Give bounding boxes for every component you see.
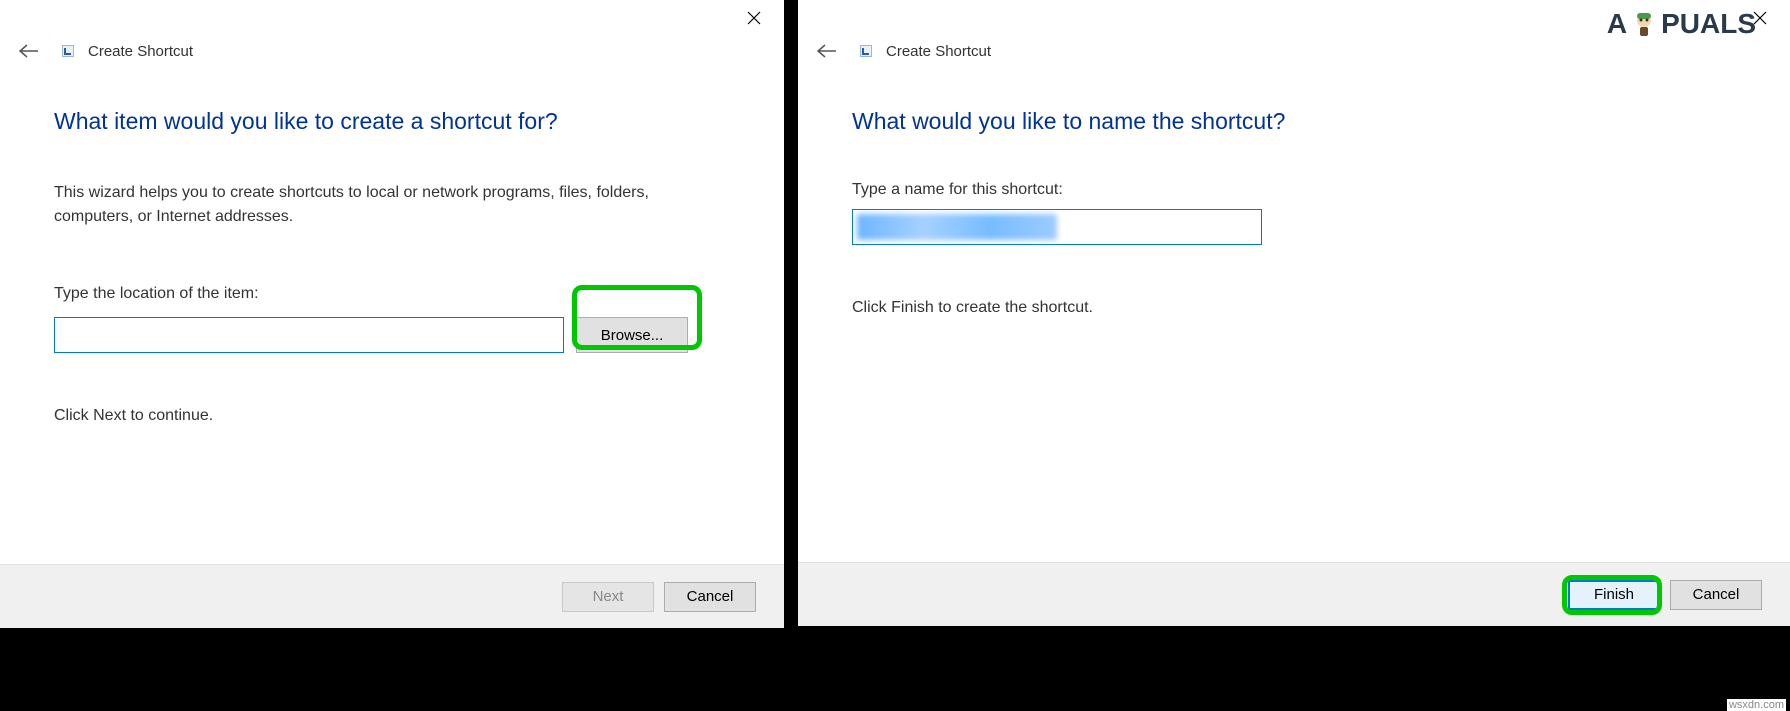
redacted-value: [857, 214, 1057, 240]
cancel-button[interactable]: Cancel: [1670, 580, 1762, 610]
location-label: Type the location of the item:: [54, 285, 730, 303]
shortcut-icon: [860, 45, 872, 57]
name-label: Type a name for this shortcut:: [852, 181, 1736, 199]
location-input[interactable]: [54, 317, 564, 353]
page-heading: What would you like to name the shortcut…: [852, 108, 1736, 135]
page-heading: What item would you like to create a sho…: [54, 108, 730, 135]
breadcrumb: Create Shortcut: [88, 43, 193, 60]
wizard-description: This wizard helps you to create shortcut…: [54, 181, 730, 229]
wizard-header: Create Shortcut: [0, 0, 784, 62]
browse-button[interactable]: Browse...: [576, 317, 688, 353]
mascot-icon: [1629, 9, 1659, 39]
next-button: Next: [562, 582, 654, 612]
watermark: A PUALS: [1607, 8, 1756, 40]
finish-button[interactable]: Finish: [1568, 580, 1660, 610]
shortcut-name-input[interactable]: [852, 209, 1262, 245]
wizard-footer: Finish Cancel: [798, 562, 1790, 626]
shortcut-icon: [62, 45, 74, 57]
wizard-hint: Click Finish to create the shortcut.: [852, 299, 1736, 317]
source-caption: wsxdn.com: [1727, 699, 1786, 711]
wizard-step-2: A PUALS Create Shortcut What would you l…: [798, 0, 1790, 626]
close-icon[interactable]: [742, 6, 766, 30]
wizard-hint: Click Next to continue.: [54, 407, 730, 425]
watermark-post: PUALS: [1661, 8, 1756, 40]
watermark-pre: A: [1607, 8, 1627, 40]
back-arrow-icon[interactable]: [816, 40, 838, 62]
breadcrumb: Create Shortcut: [886, 43, 991, 60]
wizard-footer: Next Cancel: [0, 564, 784, 628]
wizard-step-1: Create Shortcut What item would you like…: [0, 0, 784, 628]
cancel-button[interactable]: Cancel: [664, 582, 756, 612]
back-arrow-icon[interactable]: [18, 40, 40, 62]
